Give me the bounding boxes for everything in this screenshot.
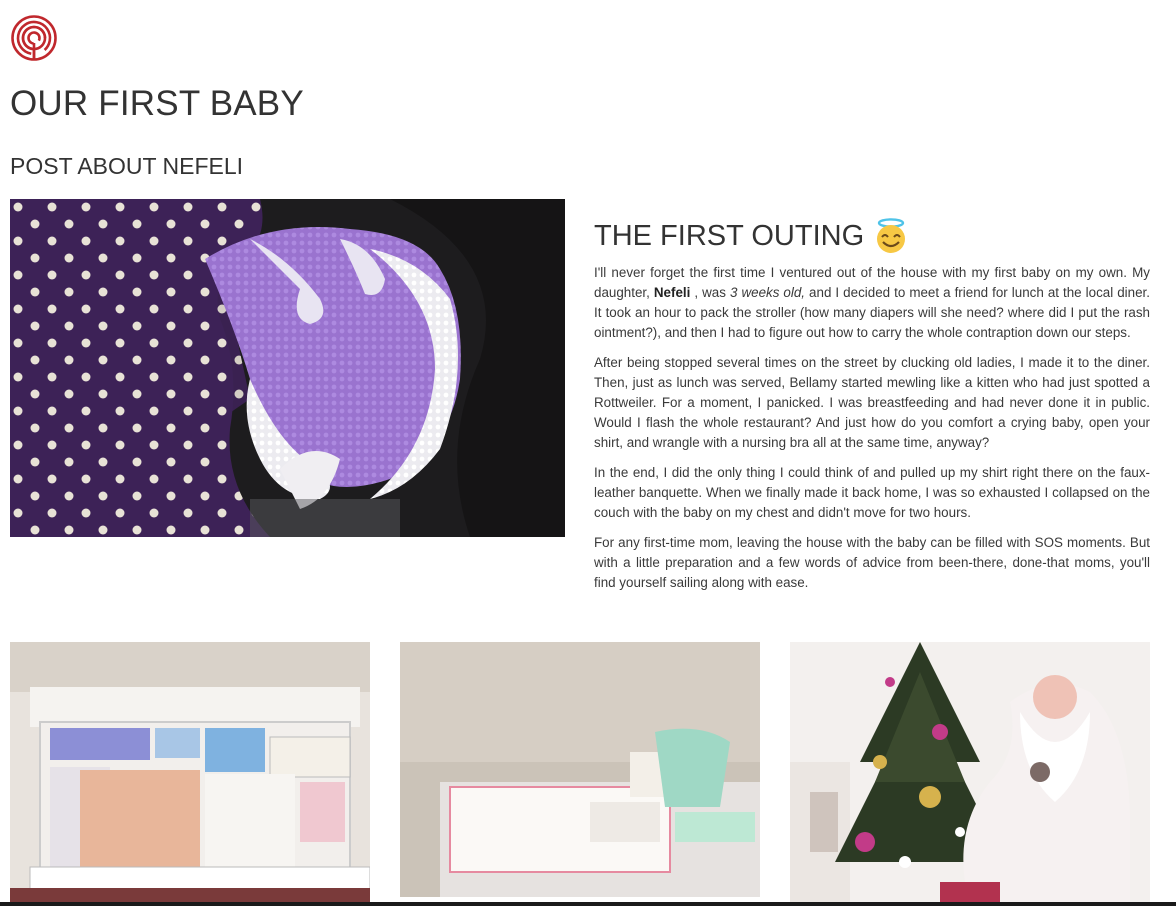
gallery-photo-christmas-tree-santa[interactable] xyxy=(790,642,1150,906)
page-title: OUR FIRST BABY xyxy=(10,84,304,123)
article-paragraph-1: I'll never forget the first time I ventu… xyxy=(594,263,1150,343)
article: THE FIRST OUTING I'll never forget the f… xyxy=(594,218,1150,603)
article-title-text: THE FIRST OUTING xyxy=(594,219,865,252)
smiling-face-with-halo-icon xyxy=(872,217,910,255)
bottom-divider xyxy=(0,902,1176,906)
article-title: THE FIRST OUTING xyxy=(594,218,1150,254)
baby-name: Nefeli xyxy=(653,285,691,300)
article-paragraph-2: After being stopped several times on the… xyxy=(594,355,1150,450)
page-subtitle: POST ABOUT NEFELI xyxy=(10,153,244,179)
baby-age: 3 weeks old, xyxy=(729,285,806,300)
hero-photo xyxy=(10,199,565,537)
article-paragraph-3: In the end, I did the only thing I could… xyxy=(594,465,1150,520)
article-paragraph-4: For any first-time mom, leaving the hous… xyxy=(594,535,1150,590)
spiral-logo-icon[interactable] xyxy=(10,14,58,62)
article-text: , was xyxy=(690,285,730,300)
gallery-photo-changing-table[interactable] xyxy=(400,642,760,906)
gallery-photo-diaper-drawer[interactable] xyxy=(10,642,370,906)
